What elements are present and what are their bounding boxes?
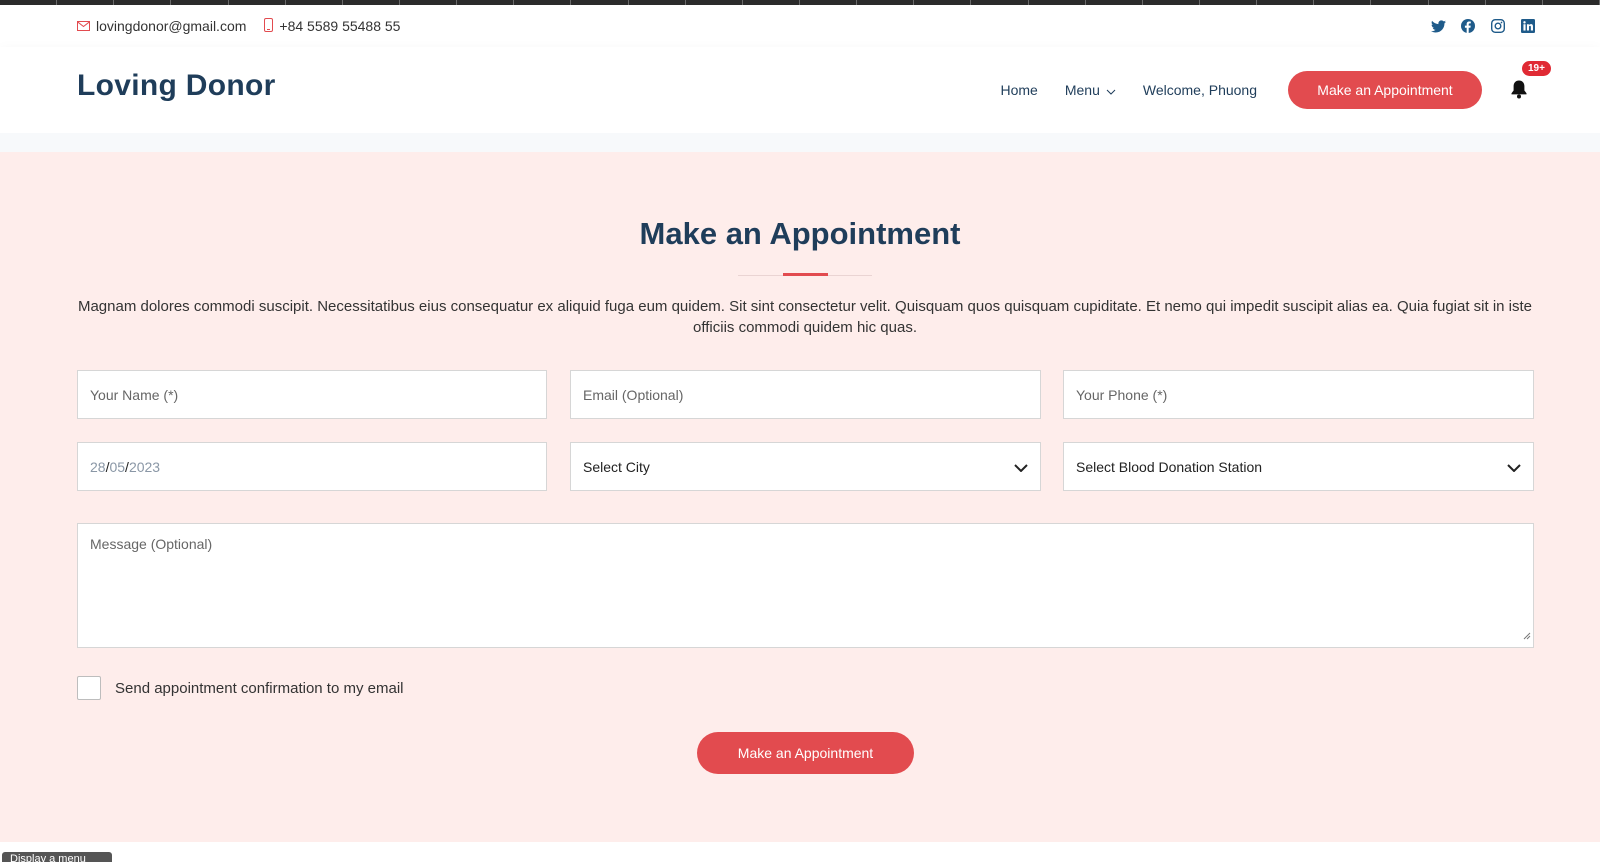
date-field[interactable]: 28/05/2023: [77, 442, 547, 491]
section-description: Magnam dolores commodi suscipit. Necessi…: [77, 298, 1533, 336]
header-appointment-button[interactable]: Make an Appointment: [1288, 71, 1482, 109]
message-input[interactable]: [78, 524, 1533, 647]
email-confirmation-label: Send appointment confirmation to my emai…: [115, 679, 404, 697]
date-year[interactable]: 2023: [129, 459, 160, 475]
email-field[interactable]: [570, 370, 1041, 419]
email-input[interactable]: [583, 371, 1040, 418]
envelope-icon: [77, 18, 90, 34]
topbar: lovingdonor@gmail.com +84 5589 55488 55: [0, 5, 1600, 47]
notifications[interactable]: 19+: [1510, 61, 1551, 103]
bell-icon: [1510, 80, 1528, 103]
date-day[interactable]: 28: [90, 459, 106, 475]
twitter-icon[interactable]: [1430, 18, 1446, 34]
nav-welcome-user[interactable]: Welcome, Phuong: [1143, 82, 1257, 98]
phone-text: +84 5589 55488 55: [279, 18, 401, 34]
header-spacer: [0, 133, 1600, 152]
email-contact[interactable]: lovingdonor@gmail.com: [77, 18, 246, 34]
main-nav: Home Menu Welcome, Phuong Make an Appoin…: [1000, 47, 1551, 133]
email-confirmation-checkbox[interactable]: [77, 676, 101, 700]
station-select-value: Select Blood Donation Station: [1076, 458, 1263, 475]
nav-home[interactable]: Home: [1000, 82, 1037, 98]
social-links: [1430, 5, 1536, 47]
city-select-value: Select City: [583, 458, 650, 475]
city-select[interactable]: Select City: [570, 442, 1041, 491]
chevron-down-icon: [1106, 82, 1116, 98]
phone-input[interactable]: [1076, 371, 1533, 418]
nav-menu-dropdown[interactable]: Menu: [1065, 82, 1116, 98]
display-menu-tab[interactable]: Display a menu: [2, 852, 112, 862]
chevron-down-icon: [1014, 459, 1028, 475]
resize-grip-icon[interactable]: [1523, 627, 1531, 645]
site-logo[interactable]: Loving Donor: [77, 69, 276, 103]
date-month[interactable]: 05: [109, 459, 125, 475]
title-divider-accent: [783, 273, 828, 276]
contact-info: lovingdonor@gmail.com +84 5589 55488 55: [77, 5, 400, 47]
name-field[interactable]: [77, 370, 547, 419]
chevron-down-icon: [1507, 459, 1521, 475]
instagram-icon[interactable]: [1490, 18, 1506, 34]
linkedin-icon[interactable]: [1520, 18, 1536, 34]
appointment-section: Make an Appointment Magnam dolores commo…: [0, 152, 1600, 842]
phone-icon: [264, 17, 274, 35]
section-title: Make an Appointment: [639, 216, 961, 251]
phone-contact[interactable]: +84 5589 55488 55: [264, 17, 401, 35]
email-text: lovingdonor@gmail.com: [96, 18, 247, 34]
email-confirmation-option[interactable]: Send appointment confirmation to my emai…: [77, 676, 403, 700]
phone-field[interactable]: [1063, 370, 1534, 419]
submit-appointment-button[interactable]: Make an Appointment: [697, 732, 914, 774]
message-field[interactable]: [77, 523, 1534, 648]
station-select[interactable]: Select Blood Donation Station: [1063, 442, 1534, 491]
nav-menu-label: Menu: [1064, 82, 1100, 98]
name-input[interactable]: [90, 371, 546, 418]
site-header: Loving Donor Home Menu Welcome, Phuong M…: [0, 47, 1600, 133]
notification-badge: 19+: [1522, 61, 1551, 76]
facebook-icon[interactable]: [1460, 18, 1476, 34]
